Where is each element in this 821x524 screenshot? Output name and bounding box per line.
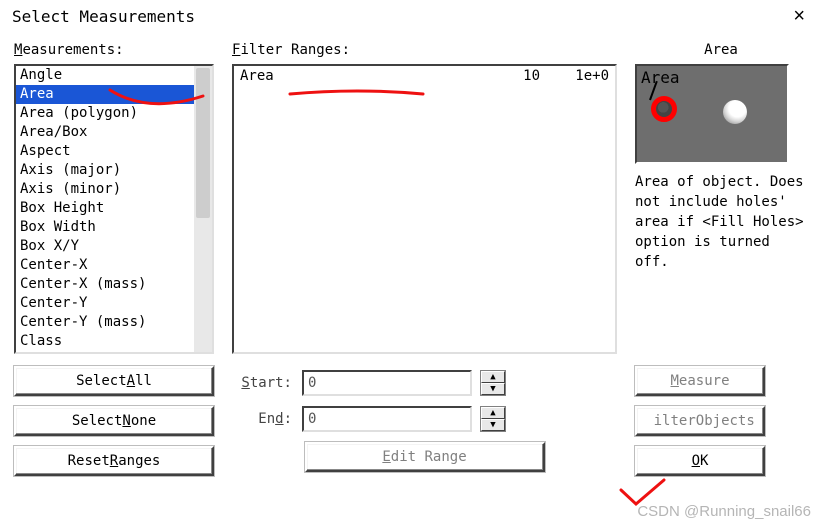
list-item[interactable]: Center-Y <box>16 294 212 313</box>
list-item[interactable]: Aspect <box>16 142 212 161</box>
preview-heading: Area <box>635 42 807 58</box>
list-item[interactable]: Angle <box>16 66 212 85</box>
measure-button[interactable]: Measure <box>635 366 765 396</box>
start-input[interactable] <box>302 370 472 396</box>
spin-down-icon[interactable]: ▼ <box>481 383 505 395</box>
filter-start: 10 <box>460 68 540 84</box>
list-item[interactable]: Axis (minor) <box>16 180 212 199</box>
ok-button[interactable]: OK <box>635 446 765 476</box>
measurement-description: Area of object. Does not include holes' … <box>635 172 805 272</box>
reset-ranges-button[interactable]: Reset Ranges <box>14 446 214 476</box>
list-item[interactable]: Area <box>16 85 212 104</box>
preview-highlight-blob <box>651 96 677 122</box>
measurements-listbox[interactable]: AngleAreaArea (polygon)Area/BoxAspectAxi… <box>14 64 214 354</box>
filter-ranges-listbox[interactable]: Area101e+0 <box>232 64 617 354</box>
list-item[interactable]: Box Width <box>16 218 212 237</box>
scrollbar[interactable] <box>194 66 212 352</box>
list-item[interactable]: Class <box>16 332 212 351</box>
end-label: End: <box>232 411 292 427</box>
end-input[interactable] <box>302 406 472 432</box>
end-spinner[interactable]: ▲ ▼ <box>480 406 506 432</box>
filter-name: Area <box>240 68 460 84</box>
scroll-thumb[interactable] <box>196 68 210 218</box>
window-title: Select Measurements <box>12 7 195 26</box>
filter-range-row[interactable]: Area101e+0 <box>240 68 609 84</box>
watermark: CSDN @Running_snail66 <box>637 503 811 520</box>
filter-end: 1e+0 <box>540 68 609 84</box>
preview-image: Area <box>635 64 789 164</box>
select-none-button[interactable]: Select None <box>14 406 214 436</box>
preview-other-blob <box>723 100 747 124</box>
edit-range-button[interactable]: Edit Range <box>305 442 545 472</box>
list-item[interactable]: Center-X <box>16 256 212 275</box>
list-item[interactable]: Area (polygon) <box>16 104 212 123</box>
list-item[interactable]: Box X/Y <box>16 237 212 256</box>
spin-up-icon[interactable]: ▲ <box>481 371 505 383</box>
list-item[interactable]: Axis (major) <box>16 161 212 180</box>
start-label: Start: <box>232 375 292 391</box>
filter-objects-button[interactable]: Filter Objects <box>635 406 765 436</box>
list-item[interactable]: Center-Y (mass) <box>16 313 212 332</box>
start-spinner[interactable]: ▲ ▼ <box>480 370 506 396</box>
select-all-button[interactable]: Select All <box>14 366 214 396</box>
filter-ranges-label: Filter Ranges: <box>232 42 617 58</box>
spin-up-icon[interactable]: ▲ <box>481 407 505 419</box>
list-item[interactable]: Area/Box <box>16 123 212 142</box>
close-icon[interactable]: × <box>787 4 811 28</box>
measurements-label: Measurements: <box>14 42 214 58</box>
list-item[interactable]: Box Height <box>16 199 212 218</box>
spin-down-icon[interactable]: ▼ <box>481 419 505 431</box>
list-item[interactable]: Center-X (mass) <box>16 275 212 294</box>
